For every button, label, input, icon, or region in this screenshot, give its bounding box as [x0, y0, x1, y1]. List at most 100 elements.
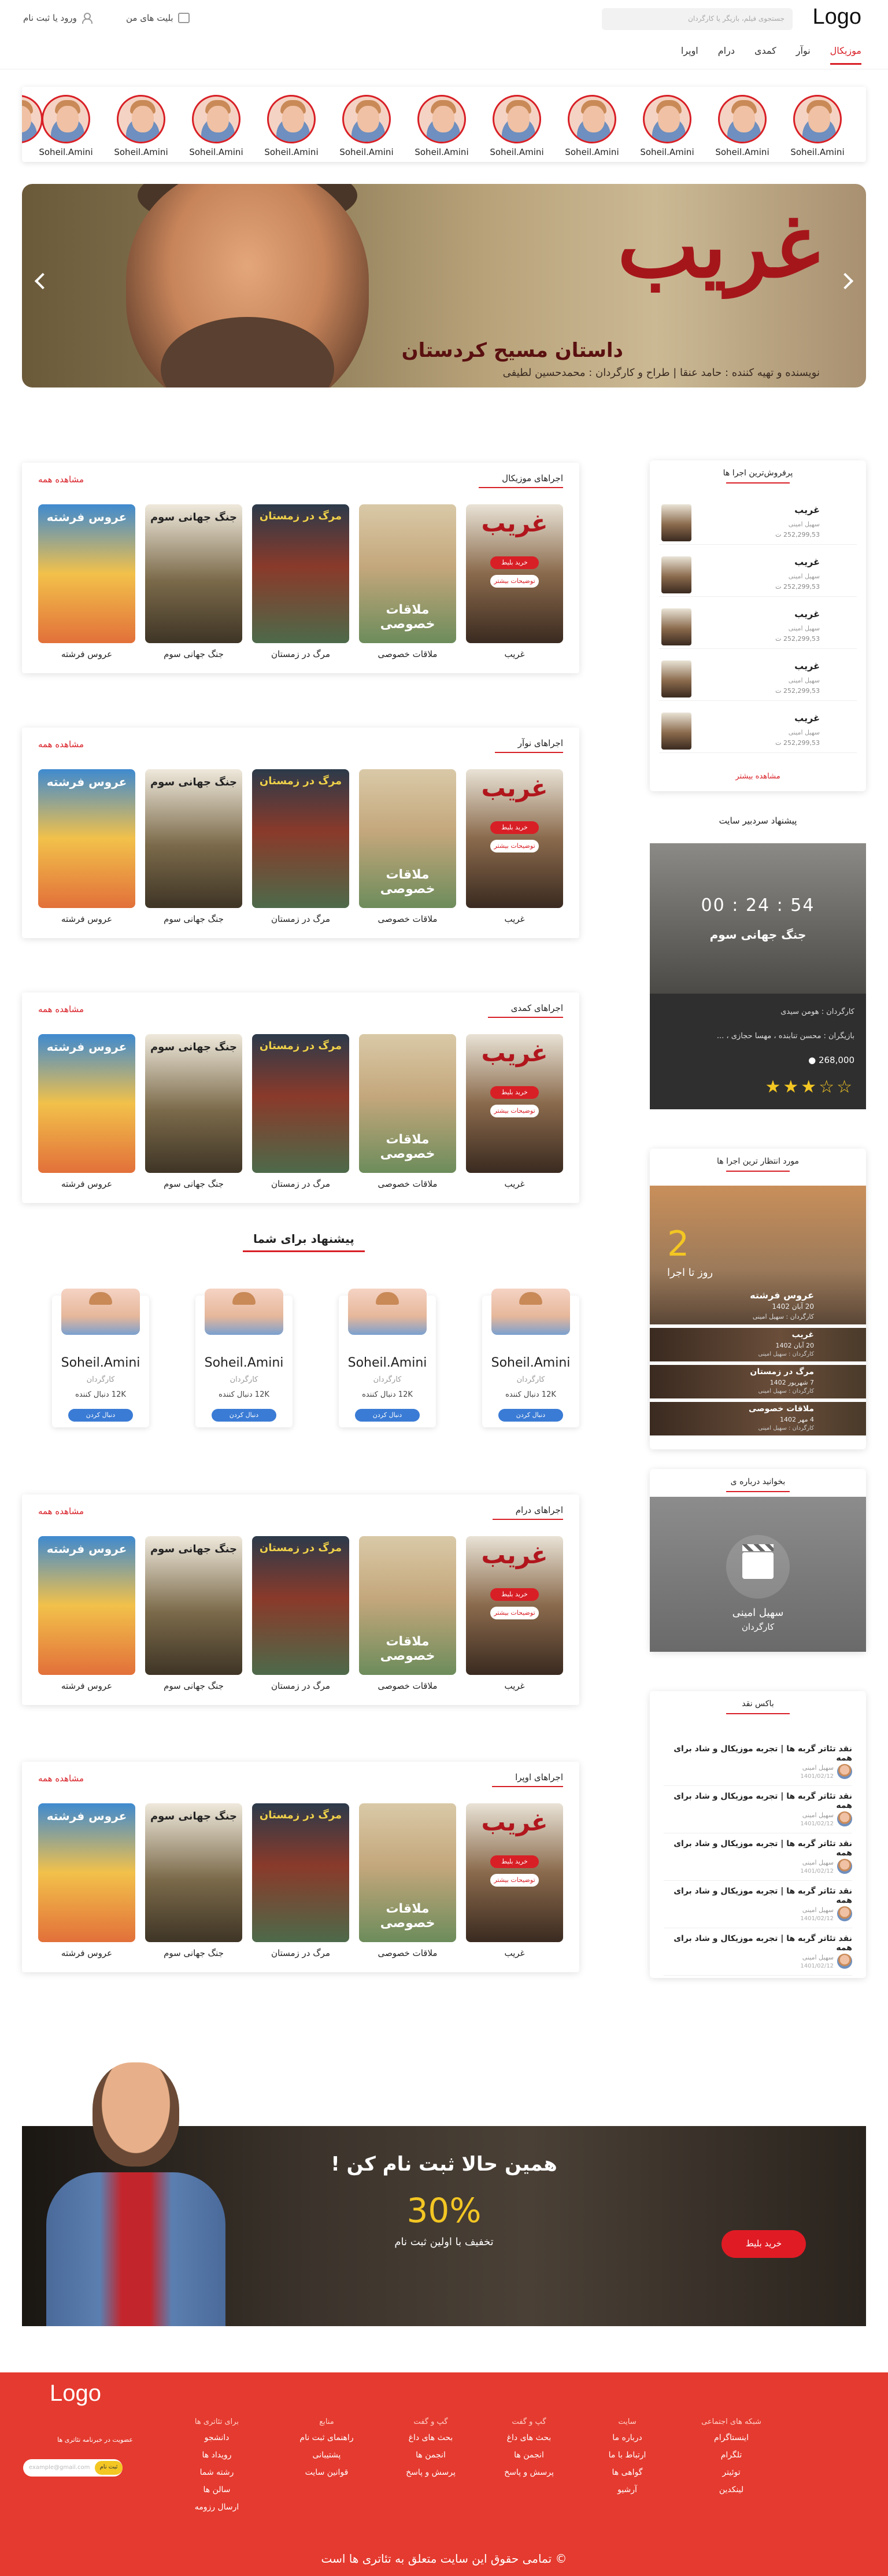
nav-item-comedy[interactable]: کمدی — [754, 45, 776, 65]
poster-card[interactable]: جنگ جهانی سوم — [145, 504, 242, 659]
more-info-button[interactable]: توضیحات بیشتر — [490, 575, 539, 588]
poster-card[interactable]: ملاقات خصوصی — [359, 1803, 456, 1958]
follow-button[interactable]: دنبال کردن — [212, 1409, 276, 1422]
poster-card[interactable]: جنگ جهانی سوم — [145, 1536, 242, 1691]
newsletter-submit-button[interactable]: ثبت نام — [95, 2461, 123, 2475]
poster-image[interactable] — [145, 1536, 242, 1675]
bestseller-item[interactable]: غریب سهیل امینی 252,299,53 ت — [659, 605, 857, 649]
see-all-link[interactable]: مشاهده همه — [38, 739, 84, 750]
footer-link[interactable]: راهنمای ثبت نام — [283, 2433, 370, 2442]
footer-link[interactable]: لینکدین — [688, 2485, 775, 2494]
banner-prev-arrow-icon[interactable] — [34, 272, 51, 290]
poster-card[interactable]: خرید بلیط توضیحات بیشتر غریب — [466, 769, 563, 924]
nav-item-musical[interactable]: موزیکال — [830, 45, 861, 65]
poster-image[interactable] — [145, 504, 242, 643]
buy-ticket-button[interactable]: خرید بلیط — [490, 1588, 539, 1601]
poster-image[interactable] — [359, 1803, 456, 1942]
footer-link[interactable]: قوانین سایت — [283, 2468, 370, 2477]
signup-buy-button[interactable]: خرید بلیط — [722, 2230, 806, 2258]
poster-card[interactable]: عروس فرشته — [38, 1034, 135, 1189]
suggestion-card[interactable]: Soheil.Amini کارگردان 12K دنبال کننده دنبال… — [195, 1289, 293, 1427]
poster-image[interactable] — [38, 1034, 135, 1173]
poster-image[interactable] — [252, 769, 349, 908]
footer-link[interactable]: پشتیبانی — [283, 2450, 370, 2460]
see-all-link[interactable]: مشاهده همه — [38, 474, 84, 485]
suggestion-card[interactable]: Soheil.Amini کارگردان 12K دنبال کننده دنبال… — [52, 1289, 149, 1427]
buy-ticket-button[interactable]: خرید بلیط — [490, 1855, 539, 1868]
more-info-button[interactable]: توضیحات بیشتر — [490, 840, 539, 852]
buy-ticket-button[interactable]: خرید بلیط — [490, 556, 539, 569]
follow-button[interactable]: دنبال کردن — [355, 1409, 420, 1422]
suggestion-card[interactable]: Soheil.Amini کارگردان 12K دنبال کننده دنبال… — [339, 1289, 436, 1427]
poster-card[interactable]: ملاقات خصوصی — [359, 769, 456, 924]
poster-card[interactable]: جنگ جهانی سوم — [145, 769, 242, 924]
footer-link[interactable]: تلگرام — [688, 2450, 775, 2460]
poster-card[interactable]: خرید بلیط توضیحات بیشتر غریب — [466, 1536, 563, 1691]
poster-image[interactable]: خرید بلیط توضیحات بیشتر — [466, 1034, 563, 1173]
artist-card[interactable]: Soheil.Amini — [710, 95, 775, 157]
poster-image[interactable] — [252, 1034, 349, 1173]
hero-banner[interactable]: غریب داستان مسیح کردستان نویسنده و تهیه … — [22, 184, 866, 387]
poster-card[interactable]: جنگ جهانی سوم — [145, 1803, 242, 1958]
artist-card[interactable]: Soheil.Amini — [259, 95, 324, 157]
see-all-link[interactable]: مشاهده همه — [38, 1004, 84, 1014]
footer-link[interactable]: بحث های داغ — [387, 2433, 474, 2442]
bestseller-item[interactable]: غریب سهیل امینی 252,299,53 ت — [659, 553, 857, 597]
poster-image[interactable] — [252, 1803, 349, 1942]
critic-item[interactable]: نقد تئاتر گربه ها | تجربه موزیکال و شاد … — [664, 1882, 852, 1928]
more-info-button[interactable]: توضیحات بیشتر — [490, 1874, 539, 1887]
poster-image[interactable] — [359, 1034, 456, 1173]
more-info-button[interactable]: توضیحات بیشتر — [490, 1105, 539, 1117]
bestseller-item[interactable]: غریب سهیل امینی 252,299,53 ت — [659, 657, 857, 701]
bestseller-item[interactable]: غریب سهیل امینی 252,299,53 ت — [659, 709, 857, 753]
footer-link[interactable]: انجمن ها — [387, 2450, 474, 2460]
footer-link[interactable]: رویداد ها — [173, 2450, 260, 2460]
poster-image[interactable]: خرید بلیط توضیحات بیشتر — [466, 504, 563, 643]
nav-item-opera[interactable]: اوپرا — [681, 45, 698, 65]
footer-link[interactable]: بحث های داغ — [486, 2433, 572, 2442]
poster-image[interactable] — [145, 1034, 242, 1173]
poster-card[interactable]: جنگ جهانی سوم — [145, 1034, 242, 1189]
banner-next-arrow-icon[interactable] — [837, 272, 854, 290]
bestsellers-more-link[interactable]: مشاهده بیشتر — [650, 772, 866, 781]
poster-image[interactable] — [38, 1803, 135, 1942]
poster-image[interactable] — [38, 769, 135, 908]
poster-card[interactable]: خرید بلیط توضیحات بیشتر غریب — [466, 1034, 563, 1189]
artist-card[interactable]: Soheil.Amini — [334, 95, 399, 157]
poster-image[interactable] — [38, 1536, 135, 1675]
artist-card[interactable]: Soheil.Amini — [635, 95, 700, 157]
poster-card[interactable]: عروس فرشته — [38, 504, 135, 659]
artist-card[interactable]: Soheil.Amini — [109, 95, 173, 157]
awaited-featured[interactable]: 2 روز تا اجرا عروس فرشته 20 آبان 1402 کا… — [650, 1186, 866, 1324]
footer-link[interactable]: اینستاگرام — [688, 2433, 775, 2442]
awaited-item[interactable]: مرگ در زمستان 7 شهریور 1402 کارگردان : سهی… — [650, 1365, 866, 1398]
poster-card[interactable]: ملاقات خصوصی — [359, 1536, 456, 1691]
artist-card[interactable]: Soheil.Amini — [409, 95, 474, 157]
footer-link[interactable]: آرشیو — [584, 2485, 671, 2494]
footer-link[interactable]: انجمن ها — [486, 2450, 572, 2460]
poster-card[interactable]: عروس فرشته — [38, 769, 135, 924]
login-link[interactable]: ورود یا ثبت نام — [23, 13, 92, 24]
poster-card[interactable]: مرگ در زمستان — [252, 769, 349, 924]
artist-card[interactable]: Soheil.Amini — [484, 95, 549, 157]
poster-image[interactable] — [359, 1536, 456, 1675]
artist-card[interactable]: Soheil.Amini — [785, 95, 850, 157]
poster-card[interactable]: مرگ در زمستان — [252, 504, 349, 659]
poster-image[interactable] — [252, 504, 349, 643]
my-tickets-link[interactable]: بلیت های من — [126, 13, 190, 23]
more-info-button[interactable]: توضیحات بیشتر — [490, 1607, 539, 1619]
poster-card[interactable]: خرید بلیط توضیحات بیشتر غریب — [466, 1803, 563, 1958]
footer-link[interactable]: درباره ما — [584, 2433, 671, 2442]
poster-card[interactable]: مرگ در زمستان — [252, 1803, 349, 1958]
see-all-link[interactable]: مشاهده همه — [38, 1506, 84, 1516]
critic-item[interactable]: نقد تئاتر گربه ها | تجربه موزیکال و شاد … — [664, 1787, 852, 1833]
suggestion-card[interactable]: Soheil.Amini کارگردان 12K دنبال کننده دنبال… — [482, 1289, 579, 1427]
admin-pick-card[interactable]: 00 : 24 : 54 جنگ جهانی سوم کارگردان : هو… — [650, 843, 866, 1109]
critic-item[interactable]: نقد تئاتر گربه ها | تجربه موزیکال و شاد … — [664, 1740, 852, 1786]
poster-image[interactable]: خرید بلیط توضیحات بیشتر — [466, 769, 563, 908]
footer-link[interactable]: پرسش و پاسخ — [486, 2468, 572, 2477]
poster-image[interactable] — [145, 769, 242, 908]
footer-link[interactable]: ارتباط با ما — [584, 2450, 671, 2460]
artist-card[interactable]: Soheil.Amini — [184, 95, 249, 157]
footer-link[interactable]: پرسش و پاسخ — [387, 2468, 474, 2477]
